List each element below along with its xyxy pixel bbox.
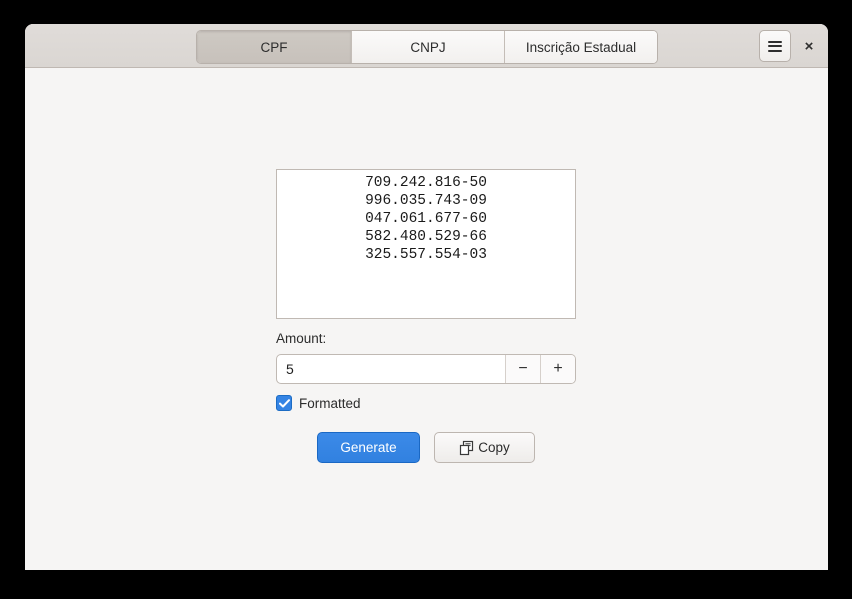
output-line: 996.035.743-09 — [365, 193, 487, 209]
hamburger-icon — [768, 40, 782, 52]
application-window: CPF CNPJ Inscrição Estadual × 709.242.81… — [25, 24, 828, 570]
tab-cnpj-label: CNPJ — [410, 39, 446, 55]
amount-label: Amount: — [276, 331, 327, 346]
close-icon: × — [804, 37, 814, 55]
copy-icon — [460, 440, 474, 455]
formatted-row[interactable]: Formatted — [276, 395, 361, 411]
tab-cnpj[interactable]: CNPJ — [352, 31, 505, 63]
header-bar: CPF CNPJ Inscrição Estadual × — [25, 24, 828, 68]
output-line: 047.061.677-60 — [365, 211, 487, 227]
formatted-checkbox[interactable] — [276, 395, 292, 411]
amount-increment-button[interactable]: + — [540, 355, 575, 383]
output-line: 709.242.816-50 — [365, 175, 487, 191]
plus-icon: + — [553, 360, 563, 377]
copy-button-label: Copy — [478, 440, 510, 455]
amount-decrement-button[interactable]: − — [505, 355, 540, 383]
action-button-row: Generate Copy — [317, 432, 535, 463]
tab-cpf[interactable]: CPF — [197, 31, 352, 63]
tab-switcher: CPF CNPJ Inscrição Estadual — [196, 30, 658, 64]
output-line: 325.557.554-03 — [365, 247, 487, 263]
close-button[interactable]: × — [798, 35, 820, 57]
output-line: 582.480.529-66 — [365, 229, 487, 245]
minus-icon: − — [518, 360, 528, 377]
generated-output-textarea[interactable]: 709.242.816-50 996.035.743-09 047.061.67… — [276, 169, 576, 319]
amount-input[interactable] — [277, 355, 505, 383]
tab-inscricao-estadual-label: Inscrição Estadual — [525, 39, 637, 55]
copy-button[interactable]: Copy — [434, 432, 535, 463]
generate-button-label: Generate — [340, 440, 397, 455]
checkmark-icon — [278, 398, 290, 407]
formatted-label: Formatted — [299, 395, 361, 411]
tab-inscricao-estadual[interactable]: Inscrição Estadual — [505, 31, 657, 63]
amount-spinner: − + — [276, 354, 576, 384]
menu-button[interactable] — [759, 30, 791, 62]
generate-button[interactable]: Generate — [317, 432, 420, 463]
tab-cpf-label: CPF — [260, 39, 288, 55]
main-content: 709.242.816-50 996.035.743-09 047.061.67… — [25, 68, 828, 569]
